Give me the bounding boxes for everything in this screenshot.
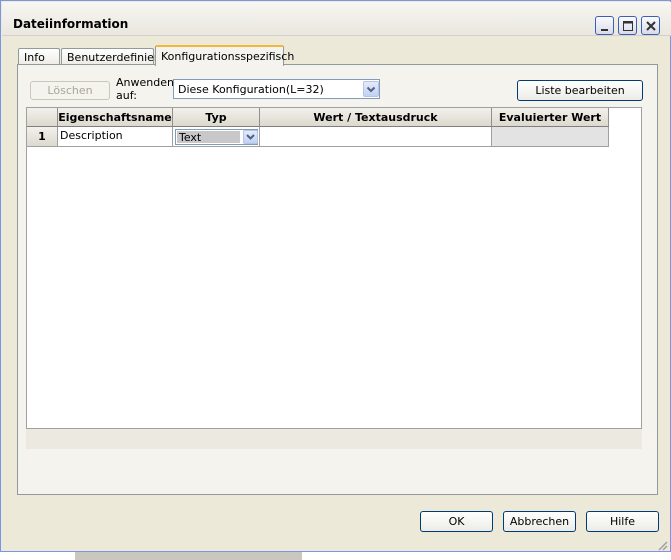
column-header-evaluated[interactable]: Evaluierter Wert [492, 108, 609, 127]
tab-benutzerdefiniert[interactable]: Benutzerdefiniert [61, 48, 163, 65]
background-taskbar-fragment [75, 552, 302, 560]
close-button[interactable] [641, 16, 660, 35]
row-number[interactable]: 1 [27, 127, 58, 147]
chevron-down-icon [246, 134, 255, 140]
help-button[interactable]: Hilfe [586, 511, 659, 532]
configuration-dropdown-button[interactable] [363, 81, 379, 97]
type-select[interactable]: Text [175, 129, 258, 145]
table-row: 1 Description Text [27, 127, 609, 147]
maximize-button[interactable] [618, 16, 637, 35]
close-icon [646, 21, 656, 31]
configuration-select[interactable]: Diese Konfiguration(L=32) [173, 79, 380, 99]
tab-info[interactable]: Info [18, 48, 60, 65]
minimize-button[interactable] [595, 16, 614, 35]
properties-grid: Eigenschaftsname Typ Wert / Textausdruck… [26, 107, 642, 429]
column-header-name[interactable]: Eigenschaftsname [58, 108, 173, 127]
column-header-type[interactable]: Typ [173, 108, 260, 127]
minimize-icon [601, 29, 608, 31]
tab-konfigurationsspezifisch[interactable]: Konfigurationsspezifisch [155, 45, 294, 66]
edit-list-button[interactable]: Liste bearbeiten [517, 80, 643, 101]
column-header-value[interactable]: Wert / Textausdruck [260, 108, 492, 127]
maximize-icon [623, 21, 633, 31]
type-cell[interactable]: Text [173, 127, 260, 147]
resize-grip-icon[interactable] [656, 539, 668, 551]
grid-footer [26, 429, 642, 449]
ok-button[interactable]: OK [420, 511, 493, 532]
property-name-cell[interactable]: Description [58, 127, 173, 147]
type-select-value: Text [179, 131, 202, 144]
value-cell[interactable] [260, 127, 492, 147]
cancel-button[interactable]: Abbrechen [503, 511, 576, 532]
dialog-window: Dateiinformation Info Benutzerdefiniert … [0, 0, 671, 552]
apply-to-label: Anwenden auf: [116, 76, 174, 102]
type-dropdown-button[interactable] [243, 130, 258, 144]
evaluated-value-cell [492, 127, 609, 147]
chevron-down-icon [366, 86, 376, 93]
window-title: Dateiinformation [13, 17, 129, 31]
delete-button[interactable]: Löschen [30, 81, 110, 100]
row-header-corner [27, 108, 58, 127]
